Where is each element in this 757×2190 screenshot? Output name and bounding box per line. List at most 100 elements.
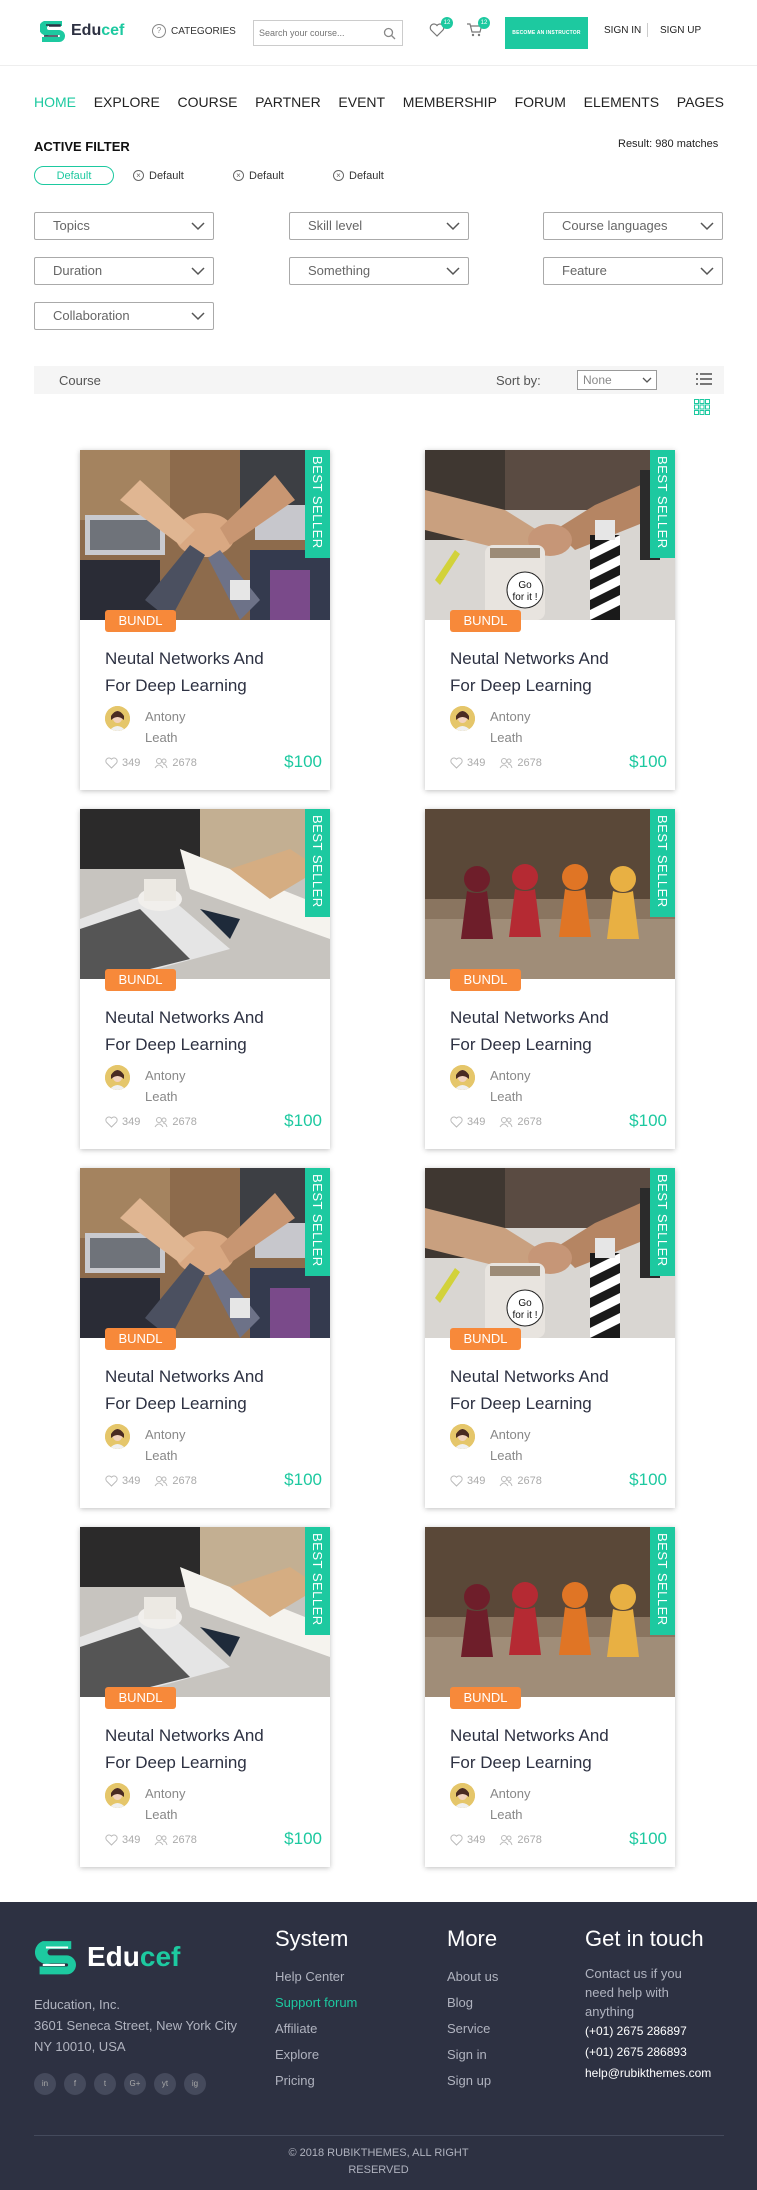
course-card[interactable]: Go for it ! BEST SELLER BUNDL Neutal Net…	[425, 1168, 675, 1508]
footer-link[interactable]: Support forum	[275, 1990, 357, 2016]
heart-icon[interactable]	[450, 1116, 463, 1128]
course-languages-dropdown[interactable]: Course languages	[543, 212, 723, 240]
course-card[interactable]: BEST SELLER BUNDL Neutal Networks And For…	[80, 1527, 330, 1867]
footer-heading: More	[447, 1926, 498, 1951]
course-author[interactable]: Antony Leath	[450, 1424, 560, 1466]
course-price: $100	[629, 752, 667, 771]
course-title[interactable]: Neutal Networks And For Deep Learning	[450, 1363, 660, 1417]
heart-icon[interactable]	[105, 757, 118, 769]
contact-phone[interactable]: (+01) 2675 286897	[585, 2021, 711, 2042]
footer-link[interactable]: Explore	[275, 2042, 357, 2068]
course-title[interactable]: Neutal Networks And For Deep Learning	[105, 1722, 315, 1776]
course-author[interactable]: Antony Leath	[105, 1424, 215, 1466]
footer-link[interactable]: Service	[447, 2016, 498, 2042]
course-title[interactable]: Neutal Networks And For Deep Learning	[105, 1004, 315, 1058]
footer-link[interactable]: Pricing	[275, 2068, 357, 2094]
footer-link[interactable]: About us	[447, 1964, 498, 1990]
wishlist-button[interactable]: 12	[429, 17, 453, 42]
course-image[interactable]	[80, 1168, 330, 1338]
logo[interactable]: Educef	[40, 19, 124, 43]
search-icon[interactable]	[383, 27, 396, 40]
filter-chip[interactable]: × Default	[333, 166, 384, 185]
facebook-icon[interactable]: f	[64, 2073, 86, 2095]
course-card[interactable]: BEST SELLER BUNDL Neutal Networks And For…	[80, 809, 330, 1149]
heart-icon[interactable]	[450, 757, 463, 769]
course-title[interactable]: Neutal Networks And For Deep Learning	[105, 645, 315, 699]
collaboration-dropdown[interactable]: Collaboration	[34, 302, 214, 330]
footer-link[interactable]: Sign up	[447, 2068, 498, 2094]
course-title[interactable]: Neutal Networks And For Deep Learning	[450, 645, 660, 699]
course-title[interactable]: Neutal Networks And For Deep Learning	[450, 1004, 660, 1058]
nav-elements[interactable]: ELEMENTS	[584, 94, 659, 114]
course-image[interactable]	[425, 809, 675, 979]
best-seller-ribbon: BEST SELLER	[650, 809, 675, 917]
course-card[interactable]: BEST SELLER BUNDL Neutal Networks And For…	[80, 1168, 330, 1508]
sign-in-link[interactable]: SIGN IN	[604, 25, 641, 36]
heart-icon[interactable]	[105, 1834, 118, 1846]
close-icon[interactable]: ×	[233, 170, 244, 181]
course-author[interactable]: Antony Leath	[450, 1783, 560, 1825]
sort-select[interactable]: None	[577, 370, 657, 390]
footer-link[interactable]: Sign in	[447, 2042, 498, 2068]
linkedin-icon[interactable]: in	[34, 2073, 56, 2095]
contact-email[interactable]: help@rubikthemes.com	[585, 2063, 711, 2084]
course-image[interactable]: Go for it !	[425, 450, 675, 620]
course-card[interactable]: BEST SELLER BUNDL Neutal Networks And For…	[425, 809, 675, 1149]
users-icon	[154, 1476, 168, 1487]
close-icon[interactable]: ×	[333, 170, 344, 181]
nav-forum[interactable]: FORUM	[515, 94, 566, 114]
instagram-icon[interactable]: ig	[184, 2073, 206, 2095]
skill-level-dropdown[interactable]: Skill level	[289, 212, 469, 240]
course-author[interactable]: Antony Leath	[105, 1065, 215, 1107]
topics-dropdown[interactable]: Topics	[34, 212, 214, 240]
sign-up-link[interactable]: SIGN UP	[660, 25, 701, 36]
become-instructor-button[interactable]: BECOME AN INSTRUCTOR	[505, 17, 588, 49]
grid-view-icon[interactable]	[694, 399, 710, 415]
filter-chip[interactable]: × Default	[133, 166, 184, 185]
nav-home[interactable]: HOME	[34, 94, 76, 114]
youtube-icon[interactable]: yt	[154, 2073, 176, 2095]
course-image[interactable]: Go for it !	[425, 1168, 675, 1338]
footer-link[interactable]: Help Center	[275, 1964, 357, 1990]
contact-phone[interactable]: (+01) 2675 286893	[585, 2042, 711, 2063]
twitter-icon[interactable]: t	[94, 2073, 116, 2095]
nav-partner[interactable]: PARTNER	[255, 94, 321, 114]
course-author[interactable]: Antony Leath	[450, 706, 560, 748]
filter-chip-active[interactable]: Default	[34, 166, 114, 185]
close-icon[interactable]: ×	[133, 170, 144, 181]
categories-menu[interactable]: ? CATEGORIES	[152, 24, 236, 38]
nav-explore[interactable]: EXPLORE	[94, 94, 160, 114]
something-dropdown[interactable]: Something	[289, 257, 469, 285]
course-image[interactable]	[425, 1527, 675, 1697]
footer-link[interactable]: Affiliate	[275, 2016, 357, 2042]
heart-icon[interactable]	[105, 1116, 118, 1128]
duration-dropdown[interactable]: Duration	[34, 257, 214, 285]
nav-event[interactable]: EVENT	[338, 94, 385, 114]
course-title[interactable]: Neutal Networks And For Deep Learning	[105, 1363, 315, 1417]
nav-membership[interactable]: MEMBERSHIP	[403, 94, 497, 114]
filter-chip[interactable]: × Default	[233, 166, 284, 185]
course-image[interactable]	[80, 809, 330, 979]
course-image[interactable]	[80, 450, 330, 620]
course-card[interactable]: BEST SELLER BUNDL Neutal Networks And For…	[80, 450, 330, 790]
nav-course[interactable]: COURSE	[178, 94, 238, 114]
course-author[interactable]: Antony Leath	[105, 706, 215, 748]
nav-pages[interactable]: PAGES	[677, 94, 724, 114]
cart-button[interactable]: 12	[466, 17, 490, 42]
course-card[interactable]: BEST SELLER BUNDL Neutal Networks And For…	[425, 1527, 675, 1867]
course-card[interactable]: Go for it ! BEST SELLER BUNDL Neutal Net…	[425, 450, 675, 790]
heart-icon[interactable]	[105, 1475, 118, 1487]
course-image[interactable]	[80, 1527, 330, 1697]
course-author[interactable]: Antony Leath	[450, 1065, 560, 1107]
heart-icon[interactable]	[450, 1834, 463, 1846]
course-image-teamwork	[80, 1168, 330, 1338]
footer-link[interactable]: Blog	[447, 1990, 498, 2016]
list-view-icon[interactable]	[696, 372, 712, 386]
course-title[interactable]: Neutal Networks And For Deep Learning	[450, 1722, 660, 1776]
heart-icon[interactable]	[450, 1475, 463, 1487]
search-input[interactable]	[254, 21, 374, 45]
feature-dropdown[interactable]: Feature	[543, 257, 723, 285]
course-author[interactable]: Antony Leath	[105, 1783, 215, 1825]
footer-logo[interactable]: Educef	[35, 1938, 180, 1976]
google-plus-icon[interactable]: G+	[124, 2073, 146, 2095]
